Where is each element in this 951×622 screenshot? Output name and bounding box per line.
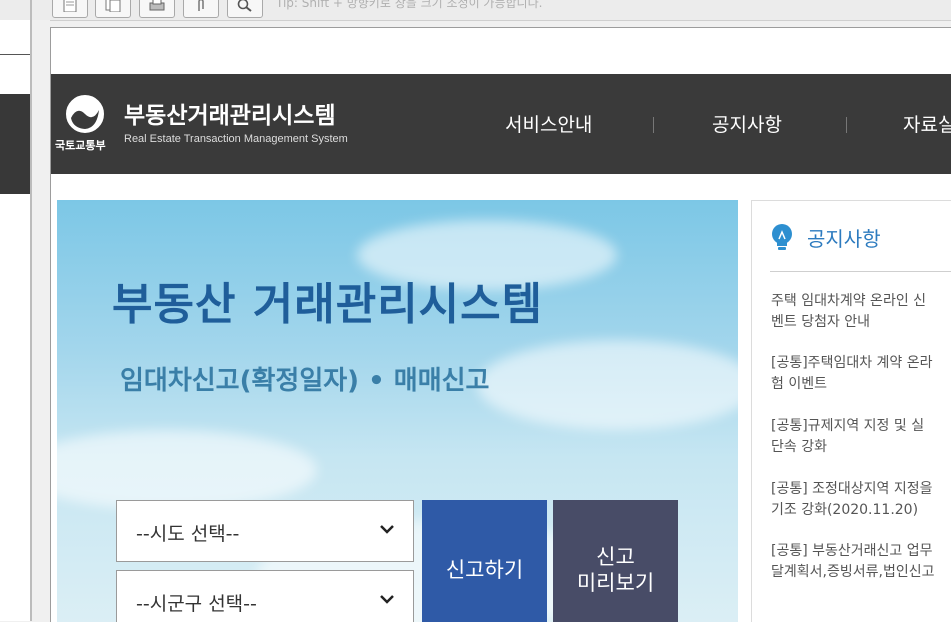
sido-select-value: --시도 선택-- xyxy=(136,523,240,545)
copy-icon[interactable] xyxy=(95,0,131,18)
search-icon[interactable] xyxy=(227,0,263,18)
hero-banner: 부동산 거래관리시스템 임대차신고(확정일자) • 매매신고 --시도 선택--… xyxy=(57,200,738,622)
site-subtitle: Real Estate Transaction Management Syste… xyxy=(124,133,348,145)
notice-title[interactable]: 공지사항 xyxy=(807,223,881,252)
notice-item-line: 험 이벤트 xyxy=(771,376,827,392)
site-header: 국토교통부 부동산거래관리시스템 Real Estate Transaction… xyxy=(51,74,951,174)
notice-item-line: 달계획서,증빙서류,법인신고 xyxy=(771,564,935,580)
notice-item[interactable]: [공통]주택임대차 계약 온라 험 이벤트 xyxy=(771,353,951,395)
notice-panel: 공지사항 주택 임대차계약 온라인 신 벤트 당첨자 안내 [공통]주택임대차 … xyxy=(751,200,951,622)
notice-item-line: 주택 임대차계약 온라인 신 xyxy=(771,293,927,309)
notice-item[interactable]: [공통] 조정대상지역 지정을 기조 강화(2020.11.20) xyxy=(771,479,951,521)
chevron-down-icon xyxy=(380,525,394,534)
frame-gap xyxy=(32,20,50,621)
sigungu-select-value: --시군구 선택-- xyxy=(136,593,257,615)
notice-item-line: 기조 강화(2020.11.20) xyxy=(771,502,919,518)
toolbar-hint: Tip: Shift + 방향키로 창을 크기 조정이 가능합니다. xyxy=(276,0,543,10)
left-pane xyxy=(0,20,30,621)
cloud xyxy=(57,430,317,510)
notice-item-line: [공통]주택임대차 계약 온라 xyxy=(771,355,933,371)
chevron-down-icon xyxy=(380,595,394,604)
notice-item[interactable]: [공통] 부동산거래신고 업무 달계획서,증빙서류,법인신고 xyxy=(771,541,951,583)
divider xyxy=(770,271,951,272)
nav-divider xyxy=(653,117,654,133)
notice-item-line: [공통]규제지역 지정 및 실 xyxy=(771,418,925,434)
left-header-strip xyxy=(0,94,30,194)
nav-service-guide[interactable]: 서비스안내 xyxy=(505,110,592,137)
notice-item-line: 벤트 당첨자 안내 xyxy=(771,314,871,330)
preview-button-label: 신고 미리보기 xyxy=(576,545,655,595)
report-button[interactable]: 신고하기 xyxy=(422,500,547,622)
notice-item-line: 단속 강화 xyxy=(771,439,827,455)
notice-item-line: [공통] 부동산거래신고 업무 xyxy=(771,543,933,559)
sigungu-select[interactable]: --시군구 선택-- xyxy=(116,570,414,622)
cloud xyxy=(477,340,738,430)
hero-subtitle: 임대차신고(확정일자) • 매매신고 xyxy=(120,366,490,396)
ministry-name: 국토교통부 xyxy=(55,139,106,152)
site-title[interactable]: 부동산거래관리시스템 xyxy=(124,96,336,130)
nav-divider xyxy=(846,117,847,133)
attach-icon[interactable] xyxy=(183,0,219,18)
preview-button[interactable]: 신고 미리보기 xyxy=(553,500,678,622)
divider xyxy=(0,54,30,55)
print-icon[interactable] xyxy=(139,0,175,18)
lightbulb-icon xyxy=(772,224,792,250)
content-frame: 국토교통부 부동산거래관리시스템 Real Estate Transaction… xyxy=(50,27,951,622)
taegeuk-emblem-icon xyxy=(66,95,104,133)
report-button-label: 신고하기 xyxy=(445,558,524,582)
page-icon[interactable] xyxy=(52,0,88,18)
notice-item-line: [공통] 조정대상지역 지정을 xyxy=(771,481,933,497)
browser-toolbar: Tip: Shift + 방향키로 창을 크기 조정이 가능합니다. xyxy=(0,0,951,21)
notice-item[interactable]: [공통]규제지역 지정 및 실 단속 강화 xyxy=(771,416,951,458)
nav-notices[interactable]: 공지사항 xyxy=(712,110,782,137)
hero-title: 부동산 거래관리시스템 xyxy=(112,279,544,330)
sido-select[interactable]: --시도 선택-- xyxy=(116,500,414,562)
notice-item[interactable]: 주택 임대차계약 온라인 신 벤트 당첨자 안내 xyxy=(771,291,951,333)
nav-archive[interactable]: 자료실 xyxy=(903,110,951,137)
